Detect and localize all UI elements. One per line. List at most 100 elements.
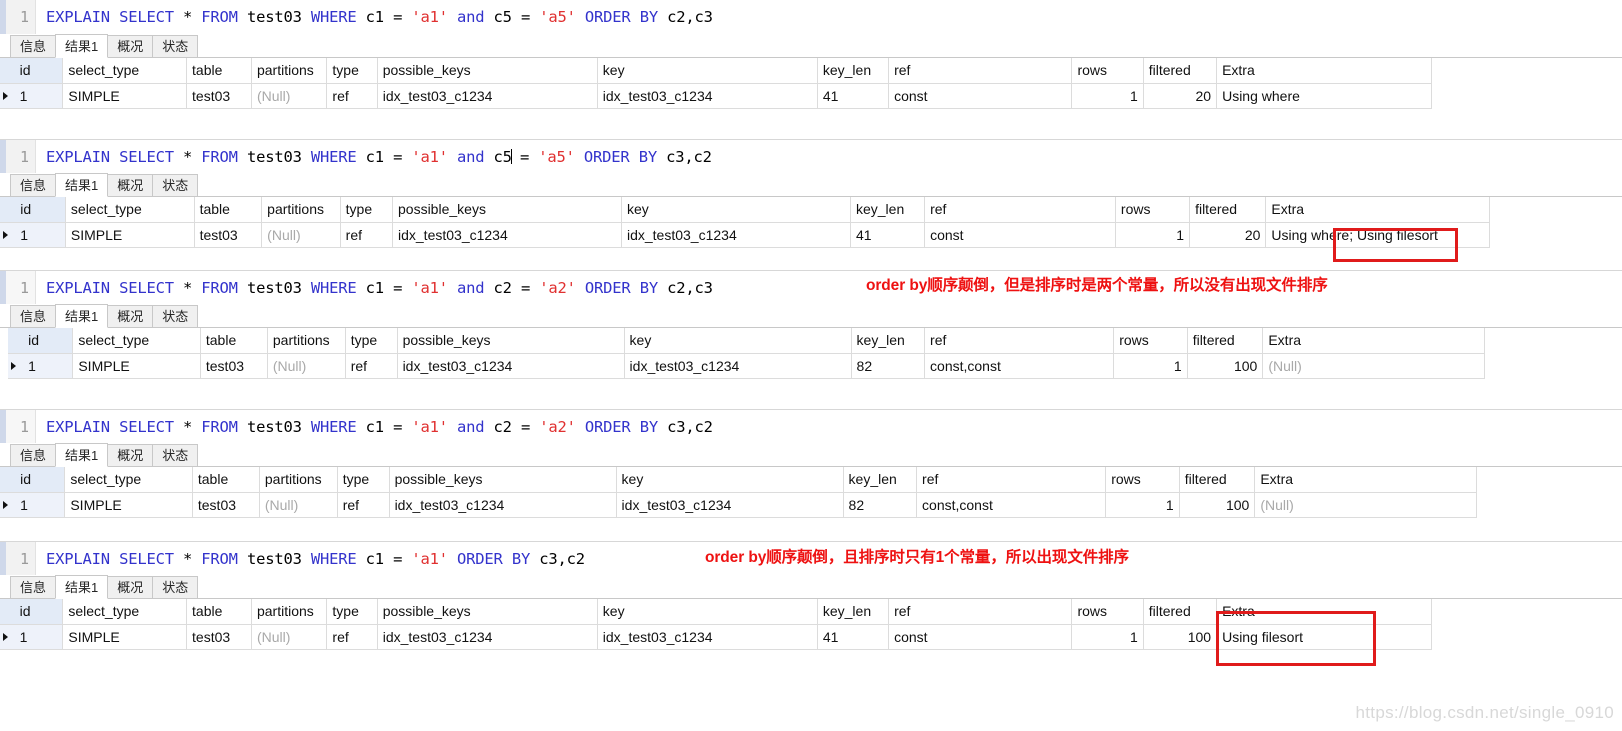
cell-id[interactable]: 1: [15, 222, 66, 248]
tab-result1[interactable]: 结果1: [55, 575, 109, 599]
explain-grid-2[interactable]: id select_type table partitions type possible…: [0, 197, 1490, 248]
column-header-id[interactable]: id: [15, 467, 66, 493]
column-header-select-type[interactable]: select_type: [62, 58, 188, 84]
cell-possible-keys[interactable]: idx_test03_c1234: [377, 83, 598, 109]
column-header-key[interactable]: key: [597, 599, 818, 625]
cell-table[interactable]: test03: [192, 492, 260, 518]
column-header-key-len[interactable]: key_len: [817, 58, 890, 84]
explain-grid-3[interactable]: id select_type table partitions type possible…: [8, 328, 1485, 379]
column-header-id[interactable]: id: [15, 197, 66, 223]
cell-key-len[interactable]: 82: [851, 353, 926, 379]
column-header-possible-keys[interactable]: possible_keys: [397, 328, 625, 354]
cell-possible-keys[interactable]: idx_test03_c1234: [389, 492, 617, 518]
result-tabbar-3[interactable]: 信息 结果1 概况 状态: [0, 304, 1622, 328]
cell-rows[interactable]: 1: [1113, 353, 1188, 379]
sql-editor-4[interactable]: 1 EXPLAIN SELECT * FROM test03 WHERE c1 …: [0, 409, 1622, 443]
column-header-type[interactable]: type: [337, 467, 390, 493]
sql-editor-1[interactable]: 1 EXPLAIN SELECT * FROM test03 WHERE c1 …: [0, 0, 1622, 34]
column-header-ref[interactable]: ref: [888, 58, 1073, 84]
cell-id[interactable]: 1: [14, 624, 64, 650]
row-marker[interactable]: [0, 222, 16, 248]
cell-ref[interactable]: const,const: [916, 492, 1107, 518]
column-header-table[interactable]: table: [186, 599, 252, 625]
column-header-possible-keys[interactable]: possible_keys: [392, 197, 622, 223]
cell-type[interactable]: ref: [337, 492, 390, 518]
cell-rows[interactable]: 1: [1071, 624, 1144, 650]
cell-select-type[interactable]: SIMPLE: [72, 353, 201, 379]
sql-text-5[interactable]: EXPLAIN SELECT * FROM test03 WHERE c1 = …: [36, 550, 585, 568]
column-header-extra[interactable]: Extra: [1216, 58, 1432, 84]
cell-key[interactable]: idx_test03_c1234: [597, 624, 818, 650]
column-header-select-type[interactable]: select_type: [72, 328, 201, 354]
row-marker[interactable]: [0, 624, 15, 650]
cell-filtered[interactable]: 100: [1179, 492, 1256, 518]
column-header-partitions[interactable]: partitions: [251, 58, 328, 84]
cell-partitions[interactable]: (Null): [267, 353, 346, 379]
column-header-id[interactable]: id: [23, 328, 74, 354]
sql-text-3[interactable]: EXPLAIN SELECT * FROM test03 WHERE c1 = …: [36, 279, 713, 297]
tab-status[interactable]: 状态: [152, 174, 199, 196]
cell-key[interactable]: idx_test03_c1234: [597, 83, 818, 109]
column-header-filtered[interactable]: filtered: [1143, 599, 1218, 625]
cell-table[interactable]: test03: [200, 353, 268, 379]
cell-select-type[interactable]: SIMPLE: [64, 492, 193, 518]
column-header-table[interactable]: table: [200, 328, 268, 354]
cell-partitions[interactable]: (Null): [251, 624, 328, 650]
tab-status[interactable]: 状态: [152, 444, 199, 466]
sql-editor-3[interactable]: 1 EXPLAIN SELECT * FROM test03 WHERE c1 …: [0, 270, 1622, 304]
column-header-rows[interactable]: rows: [1115, 197, 1191, 223]
table-row[interactable]: 1 SIMPLE test03 (Null) ref idx_test03_c1234 id…: [0, 83, 1432, 109]
column-header-key-len[interactable]: key_len: [817, 599, 890, 625]
cell-filtered[interactable]: 20: [1189, 222, 1267, 248]
tab-info[interactable]: 信息: [10, 305, 57, 327]
result-tabbar-4[interactable]: 信息 结果1 概况 状态: [0, 443, 1622, 467]
sql-text-1[interactable]: EXPLAIN SELECT * FROM test03 WHERE c1 = …: [36, 8, 713, 26]
column-header-select-type[interactable]: select_type: [64, 467, 193, 493]
column-header-key[interactable]: key: [621, 197, 851, 223]
cell-ref[interactable]: const: [924, 222, 1116, 248]
cell-partitions[interactable]: (Null): [261, 222, 341, 248]
column-header-possible-keys[interactable]: possible_keys: [377, 599, 598, 625]
column-header-rows[interactable]: rows: [1071, 599, 1144, 625]
column-header-rows[interactable]: rows: [1105, 467, 1180, 493]
cell-key[interactable]: idx_test03_c1234: [616, 492, 844, 518]
cell-possible-keys[interactable]: idx_test03_c1234: [377, 624, 598, 650]
column-header-rows[interactable]: rows: [1113, 328, 1188, 354]
column-header-key-len[interactable]: key_len: [851, 328, 926, 354]
cell-id[interactable]: 1: [14, 83, 64, 109]
cell-extra[interactable]: Using filesort: [1216, 624, 1432, 650]
cell-extra[interactable]: (Null): [1254, 492, 1477, 518]
cell-key[interactable]: idx_test03_c1234: [621, 222, 851, 248]
tab-result1[interactable]: 结果1: [55, 34, 109, 58]
column-header-extra[interactable]: Extra: [1254, 467, 1477, 493]
tab-info[interactable]: 信息: [10, 35, 57, 57]
tab-info[interactable]: 信息: [10, 444, 57, 466]
explain-grid-4[interactable]: id select_type table partitions type possible…: [0, 467, 1477, 518]
column-header-partitions[interactable]: partitions: [261, 197, 341, 223]
cell-partitions[interactable]: (Null): [251, 83, 328, 109]
explain-grid-5[interactable]: id select_type table partitions type possible…: [0, 599, 1432, 650]
cell-ref[interactable]: const: [888, 83, 1073, 109]
column-header-partitions[interactable]: partitions: [251, 599, 328, 625]
cell-extra[interactable]: Using where; Using filesort: [1265, 222, 1490, 248]
tab-profile[interactable]: 概况: [107, 35, 154, 57]
cell-rows[interactable]: 1: [1071, 83, 1144, 109]
column-header-partitions[interactable]: partitions: [259, 467, 338, 493]
column-header-key-len[interactable]: key_len: [843, 467, 918, 493]
cell-select-type[interactable]: SIMPLE: [62, 83, 188, 109]
cell-filtered[interactable]: 100: [1187, 353, 1264, 379]
table-row[interactable]: 1 SIMPLE test03 (Null) ref idx_test03_c1234 id…: [0, 624, 1432, 650]
cell-key-len[interactable]: 41: [817, 624, 890, 650]
column-header-select-type[interactable]: select_type: [62, 599, 188, 625]
column-header-select-type[interactable]: select_type: [65, 197, 195, 223]
cell-table[interactable]: test03: [186, 624, 252, 650]
column-header-key-len[interactable]: key_len: [850, 197, 926, 223]
cell-extra[interactable]: Using where: [1216, 83, 1432, 109]
sql-text-4[interactable]: EXPLAIN SELECT * FROM test03 WHERE c1 = …: [36, 418, 713, 436]
cell-type[interactable]: ref: [340, 222, 394, 248]
tab-info[interactable]: 信息: [10, 174, 57, 196]
tab-result1[interactable]: 结果1: [55, 443, 109, 467]
tab-profile[interactable]: 概况: [107, 444, 154, 466]
cell-ref[interactable]: const,const: [924, 353, 1115, 379]
tab-result1[interactable]: 结果1: [55, 173, 109, 197]
